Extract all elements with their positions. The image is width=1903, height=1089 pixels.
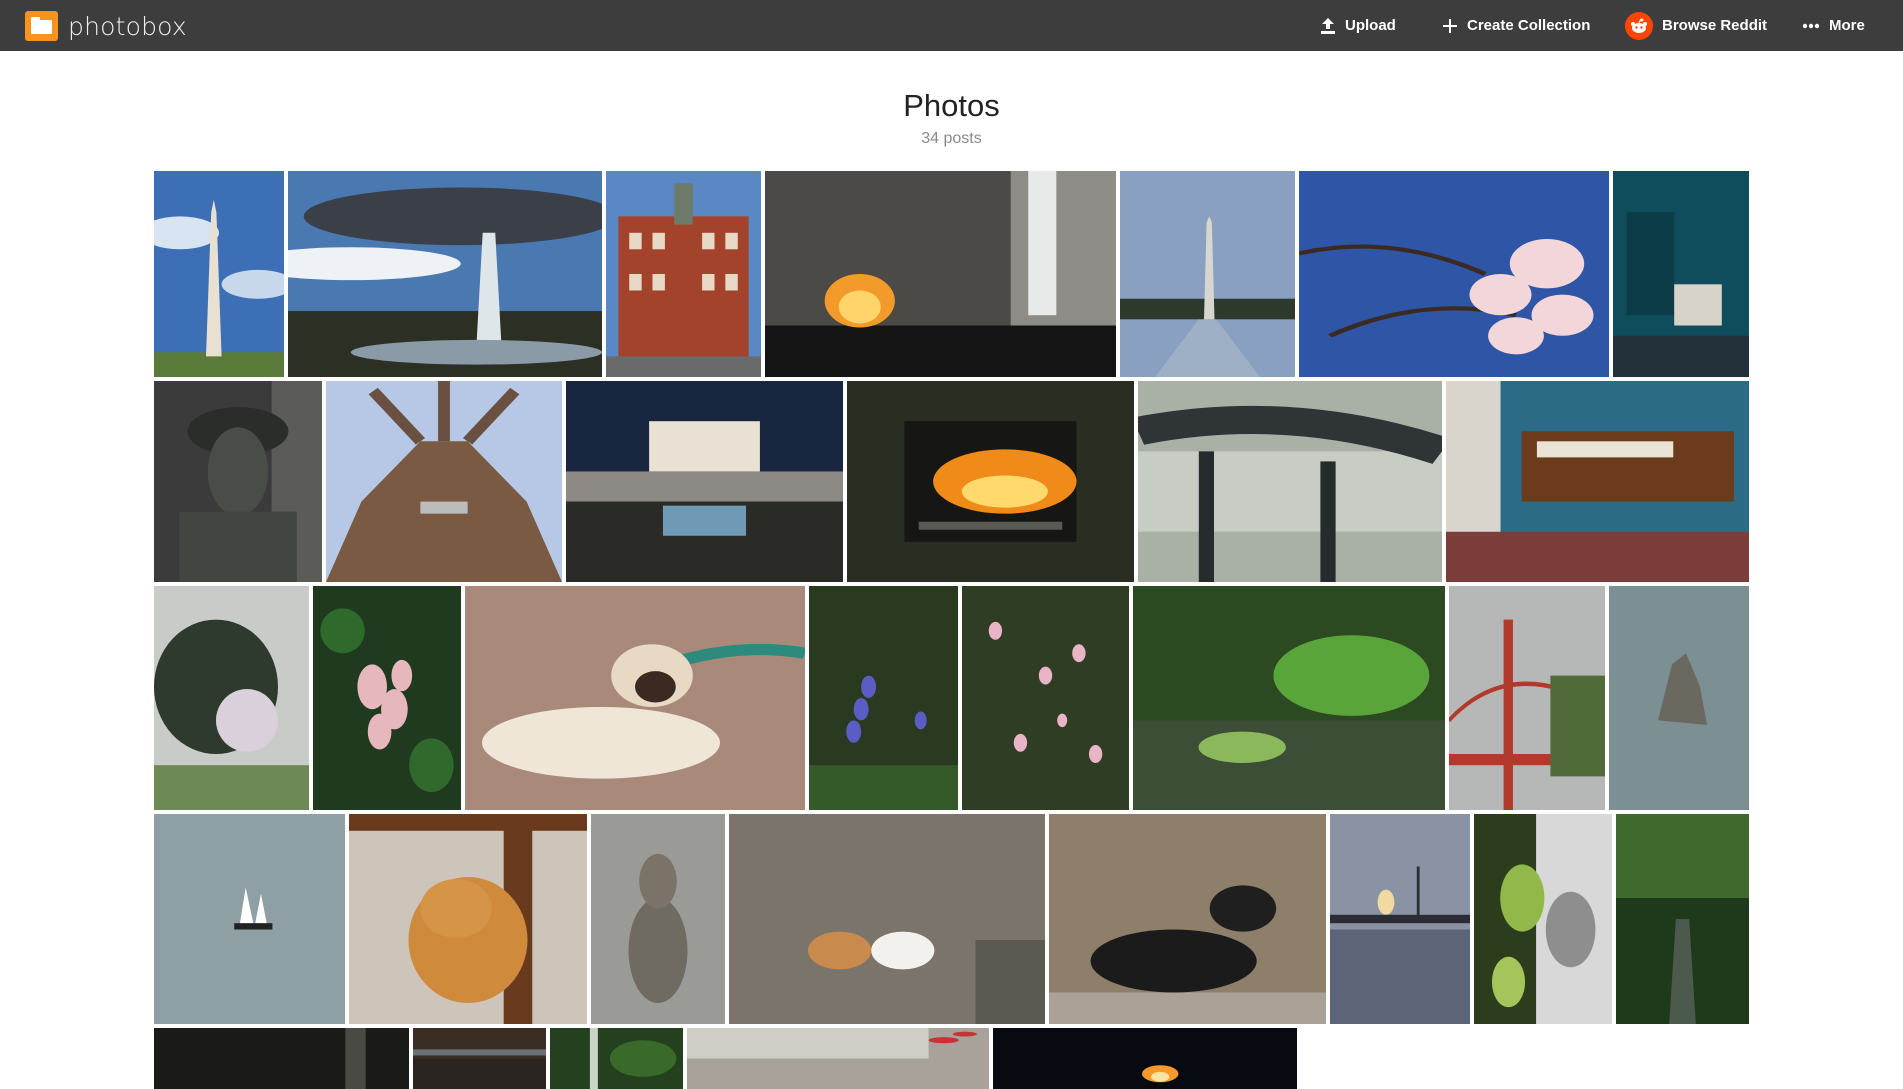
photo-tile-pink-flowers-cluster[interactable] [313, 586, 461, 810]
photo-tile-bronze-statue[interactable] [154, 381, 322, 582]
photo-tile-mansion-night[interactable] [566, 381, 843, 582]
photo-image [154, 171, 284, 377]
photo-tile-wet-railing[interactable] [1138, 381, 1442, 582]
photo-tile-tree-trunk[interactable] [326, 381, 562, 582]
photobox-logo-icon [25, 11, 58, 41]
photo-tile-bluebells[interactable] [809, 586, 958, 810]
photo-image [326, 381, 562, 582]
photo-image [313, 586, 461, 810]
photo-tile-bridge-sunset[interactable] [1330, 814, 1470, 1024]
photo-tile-cherry-blossoms[interactable] [1299, 171, 1609, 377]
plus-icon [1442, 18, 1458, 34]
photo-image [465, 586, 805, 810]
photo-image [1299, 171, 1609, 377]
photo-tile-fountain[interactable] [288, 171, 602, 377]
create-collection-label: Create Collection [1467, 17, 1591, 34]
photo-image [413, 1028, 546, 1089]
photo-image [1474, 814, 1612, 1024]
photo-image [993, 1028, 1297, 1089]
more-label: More [1829, 17, 1865, 34]
photo-tile-two-kittens[interactable] [729, 814, 1045, 1024]
photo-tile-orange-cat[interactable] [349, 814, 587, 1024]
photo-image [729, 814, 1045, 1024]
photo-image [1446, 381, 1749, 582]
more-menu-button[interactable]: More [1802, 0, 1865, 51]
photo-tile-mossy-waterfall[interactable] [550, 1028, 683, 1089]
photo-tile-siamese-cat[interactable] [465, 586, 805, 810]
photo-image [1330, 814, 1470, 1024]
photo-image [606, 171, 761, 377]
photo-image [550, 1028, 683, 1089]
page-title: Photos [903, 88, 1000, 123]
photo-image [1049, 814, 1326, 1024]
photo-tile-black-cat[interactable] [1049, 814, 1326, 1024]
photo-image [847, 381, 1134, 582]
photo-tile-sailboat[interactable] [154, 814, 345, 1024]
photo-tile-piano-room[interactable] [1446, 381, 1749, 582]
photo-tile-forest-stream[interactable] [1616, 814, 1749, 1024]
photo-image [154, 586, 309, 810]
browse-reddit-button[interactable]: Browse Reddit [1625, 0, 1767, 51]
photo-image [1613, 171, 1749, 377]
photo-image [154, 814, 345, 1024]
photo-image [566, 381, 843, 582]
photo-tile-golden-gate-bridge[interactable] [1449, 586, 1605, 810]
page-header: Photos 34 posts [0, 88, 1903, 148]
photo-tile-washington-monument[interactable] [154, 171, 284, 377]
photo-tile-pink-flower-shrub[interactable] [962, 586, 1129, 810]
photo-image [765, 171, 1116, 377]
photo-image [591, 814, 725, 1024]
photo-tile-tabby-cat[interactable] [591, 814, 725, 1024]
photo-image [1133, 586, 1445, 810]
reddit-icon [1625, 11, 1653, 40]
photo-image [288, 171, 602, 377]
photo-image [349, 814, 587, 1024]
photo-tile-roof-eave[interactable] [413, 1028, 546, 1089]
upload-icon [1320, 17, 1336, 35]
photo-tile-brick-building[interactable] [606, 171, 761, 377]
photo-image [1609, 586, 1749, 810]
photo-tile-fire-grill[interactable] [847, 381, 1134, 582]
photo-tile-window-ledge[interactable] [687, 1028, 989, 1089]
photo-tile-fireplace-modern[interactable] [765, 171, 1116, 377]
brand-home-link[interactable]: photobox [25, 11, 187, 41]
create-collection-button[interactable]: Create Collection [1442, 0, 1590, 51]
browse-reddit-label: Browse Reddit [1662, 17, 1768, 34]
post-count: 34 posts [921, 130, 982, 147]
more-dots-icon [1802, 23, 1820, 29]
photo-image [1616, 814, 1749, 1024]
photo-image [1449, 586, 1605, 810]
photo-tile-teal-room[interactable] [1613, 171, 1749, 377]
photo-tile-sea-rock[interactable] [1609, 586, 1749, 810]
photo-tile-green-fruit[interactable] [1474, 814, 1612, 1024]
photo-image [809, 586, 958, 810]
top-navigation-bar: photobox Upload Create Collection Browse… [0, 0, 1903, 51]
photo-tile-candle-flame[interactable] [993, 1028, 1297, 1089]
photo-image [1120, 171, 1295, 377]
photo-gallery [0, 0, 1903, 1089]
photo-tile-japanese-garden-pond[interactable] [1133, 586, 1445, 810]
photo-tile-dark-interior[interactable] [154, 1028, 409, 1089]
photo-tile-reflecting-pool-monument[interactable] [1120, 171, 1295, 377]
photo-image [1138, 381, 1442, 582]
photo-image [962, 586, 1129, 810]
brand-name: photobox [68, 11, 187, 41]
upload-button[interactable]: Upload [1320, 0, 1396, 51]
photo-tile-cemetery-tree[interactable] [154, 586, 309, 810]
upload-label: Upload [1345, 17, 1396, 34]
photo-image [154, 1028, 409, 1089]
photo-image [154, 381, 322, 582]
photo-image [687, 1028, 989, 1089]
